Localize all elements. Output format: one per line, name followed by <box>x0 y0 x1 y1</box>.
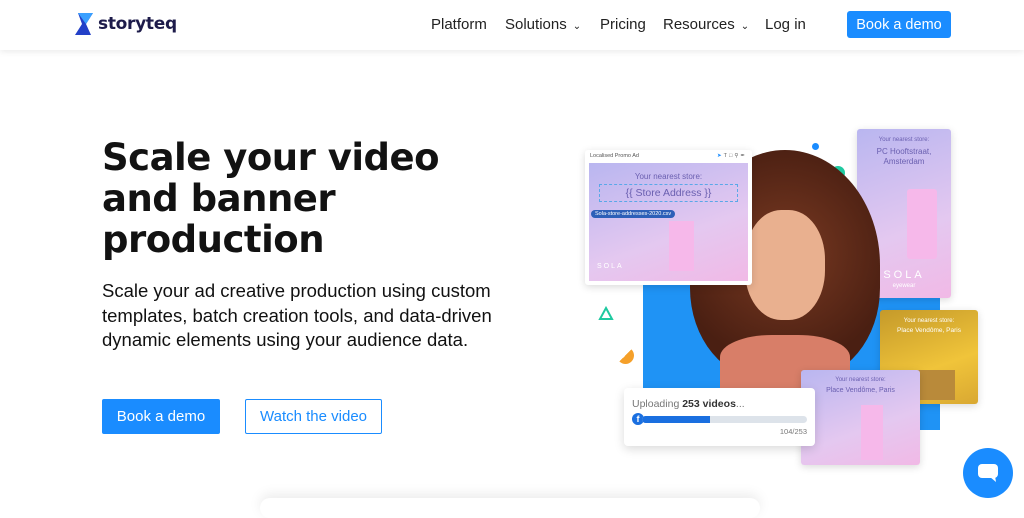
template-editor-card: Localised Promo Ad ➤T□⚲✒ Your nearest st… <box>585 150 752 285</box>
product-box <box>907 189 937 259</box>
upload-progress-bar <box>642 415 807 423</box>
nav-login[interactable]: Log in <box>765 16 806 33</box>
editor-title: Localised Promo Ad <box>590 153 639 159</box>
product-box <box>669 221 694 271</box>
nav-resources[interactable]: Resources ⌄ <box>663 16 749 33</box>
triangle-shape <box>598 306 614 320</box>
nav-platform[interactable]: Platform <box>431 16 487 33</box>
chat-button[interactable] <box>963 448 1013 498</box>
hero-description: Scale your ad creative production using … <box>102 280 492 350</box>
data-file-chip[interactable]: Sola-store-addresses-2020.csv <box>591 210 676 218</box>
chevron-down-icon: ⌄ <box>572 21 582 32</box>
card-label: Your nearest store: <box>903 318 955 324</box>
dynamic-field[interactable]: {{ Store Address }} <box>599 184 738 202</box>
product-box <box>861 405 883 460</box>
book-demo-button[interactable]: Book a demo <box>102 399 220 434</box>
chat-bubble-icon <box>978 464 998 482</box>
upload-progress-text: 104/253 <box>779 427 807 436</box>
brand-logo[interactable]: storyteq <box>74 12 177 36</box>
upload-progress-fill <box>642 415 710 423</box>
upload-prefix: Uploading <box>632 398 683 410</box>
card-label: Your nearest store: <box>878 137 930 143</box>
blue-dot <box>812 143 819 150</box>
nav-pricing[interactable]: Pricing <box>600 16 646 33</box>
upload-suffix: ... <box>735 398 745 410</box>
hero-title: Scale your video and banner production <box>102 136 440 261</box>
brand-name: storyteq <box>98 14 177 34</box>
eyedropper-icon[interactable]: ✒ <box>740 153 747 159</box>
editor-toolbar: ➤T□⚲✒ <box>717 153 747 159</box>
upload-progress-card: Uploading 253 videos... f 104/253 <box>624 388 815 446</box>
watch-video-button[interactable]: Watch the video <box>245 399 382 434</box>
nav-resources-label: Resources <box>663 16 735 33</box>
upload-count: 253 videos <box>682 398 736 410</box>
face <box>745 210 825 320</box>
card-address: Place Vendôme, Paris <box>897 327 961 334</box>
nav-book-demo-button[interactable]: Book a demo <box>847 11 951 38</box>
next-section-edge <box>260 498 760 518</box>
top-nav: storyteq Platform Solutions ⌄ Pricing Res… <box>0 0 1024 50</box>
card-label: Your nearest store: <box>835 377 886 383</box>
paris-ad-card: Your nearest store: Place Vendôme, Paris <box>801 370 920 465</box>
chevron-down-icon: ⌄ <box>740 21 750 32</box>
storyteq-logo-icon <box>75 13 93 35</box>
nav-solutions-label: Solutions <box>505 16 567 33</box>
editor-label: Your nearest store: <box>634 172 703 181</box>
editor-brand: SOLA <box>597 263 624 270</box>
nav-solutions[interactable]: Solutions ⌄ <box>505 16 581 33</box>
orange-half-circle <box>617 347 634 364</box>
cursor-icon[interactable]: ➤ <box>717 153 724 159</box>
card-address: Place Vendôme, Paris <box>826 387 895 394</box>
